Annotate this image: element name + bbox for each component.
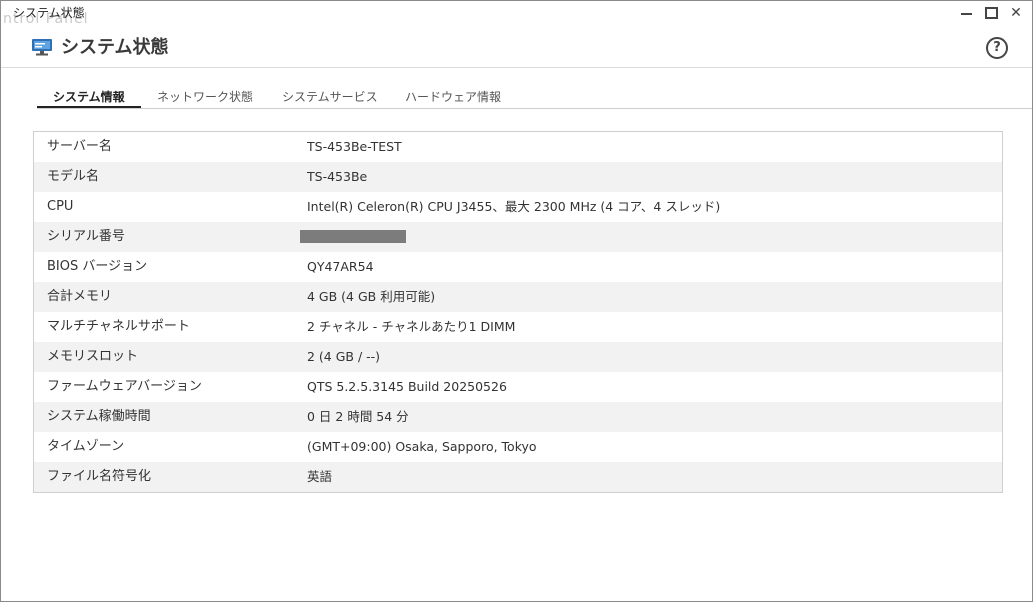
row-label: タイムゾーン: [47, 439, 125, 454]
row-label: CPU: [47, 199, 74, 214]
tab-network-status[interactable]: ネットワーク状態: [141, 87, 269, 107]
row-value: QY47AR54: [307, 259, 374, 274]
help-icon[interactable]: ?: [986, 37, 1008, 59]
row-label: シリアル番号: [47, 229, 125, 244]
table-row: メモリスロット 2 (4 GB / --): [34, 342, 1002, 372]
table-row: マルチチャネルサポート 2 チャネル - チャネルあたり1 DIMM: [34, 312, 1002, 342]
table-row: システム稼働時間 0 日 2 時間 54 分: [34, 402, 1002, 432]
table-row: ファームウェアバージョン QTS 5.2.5.3145 Build 202505…: [34, 372, 1002, 402]
row-value: 0 日 2 時間 54 分: [307, 409, 409, 424]
row-value: TS-453Be-TEST: [307, 139, 402, 154]
app-header: システム状態 ?: [1, 25, 1032, 67]
row-label: BIOS バージョン: [47, 259, 148, 274]
system-status-window: ntrol Panel システム状態 ✕ システム状態 ? システム情報 ネット…: [0, 0, 1033, 602]
row-value: (GMT+09:00) Osaka, Sapporo, Tokyo: [307, 439, 537, 454]
row-value: 英語: [307, 469, 333, 484]
row-label: ファームウェアバージョン: [47, 379, 202, 394]
row-label: メモリスロット: [47, 349, 139, 364]
page-title: システム状態: [61, 37, 169, 58]
window-title: システム状態: [13, 6, 85, 20]
tab-hardware-info[interactable]: ハードウェア情報: [389, 87, 517, 107]
table-row: 合計メモリ 4 GB (4 GB 利用可能): [34, 282, 1002, 312]
row-label: システム稼働時間: [47, 409, 151, 424]
table-row: CPU Intel(R) Celeron(R) CPU J3455、最大 230…: [34, 192, 1002, 222]
table-row: ファイル名符号化 英語: [34, 462, 1002, 492]
row-value: Intel(R) Celeron(R) CPU J3455、最大 2300 MH…: [307, 199, 721, 214]
table-row: シリアル番号: [34, 222, 1002, 252]
monitor-icon: [32, 39, 52, 56]
row-label: 合計メモリ: [47, 289, 113, 304]
system-info-table: サーバー名 TS-453Be-TEST モデル名 TS-453Be CPU In…: [33, 131, 1003, 493]
table-row: サーバー名 TS-453Be-TEST: [34, 132, 1002, 162]
row-label: ファイル名符号化: [47, 469, 152, 484]
header-divider: [1, 67, 1032, 68]
tab-system-services[interactable]: システムサービス: [266, 87, 394, 107]
close-icon[interactable]: ✕: [1008, 5, 1024, 21]
minimize-icon[interactable]: [958, 5, 974, 21]
table-row: タイムゾーン (GMT+09:00) Osaka, Sapporo, Tokyo: [34, 432, 1002, 462]
tab-system-info[interactable]: システム情報: [37, 87, 141, 109]
maximize-icon[interactable]: [983, 5, 999, 21]
row-value: 2 (4 GB / --): [307, 349, 381, 364]
row-value: QTS 5.2.5.3145 Build 20250526: [307, 379, 507, 394]
row-label: モデル名: [47, 169, 100, 184]
table-row: モデル名 TS-453Be: [34, 162, 1002, 192]
row-label: サーバー名: [47, 139, 112, 154]
row-value: 4 GB (4 GB 利用可能): [307, 289, 436, 304]
table-row: BIOS バージョン QY47AR54: [34, 252, 1002, 282]
row-label: マルチチャネルサポート: [47, 319, 190, 334]
serial-redaction-bar: [300, 230, 406, 243]
row-value: TS-453Be: [307, 169, 368, 184]
tab-underline: [37, 108, 1032, 109]
row-value: 2 チャネル - チャネルあたり1 DIMM: [307, 319, 516, 334]
